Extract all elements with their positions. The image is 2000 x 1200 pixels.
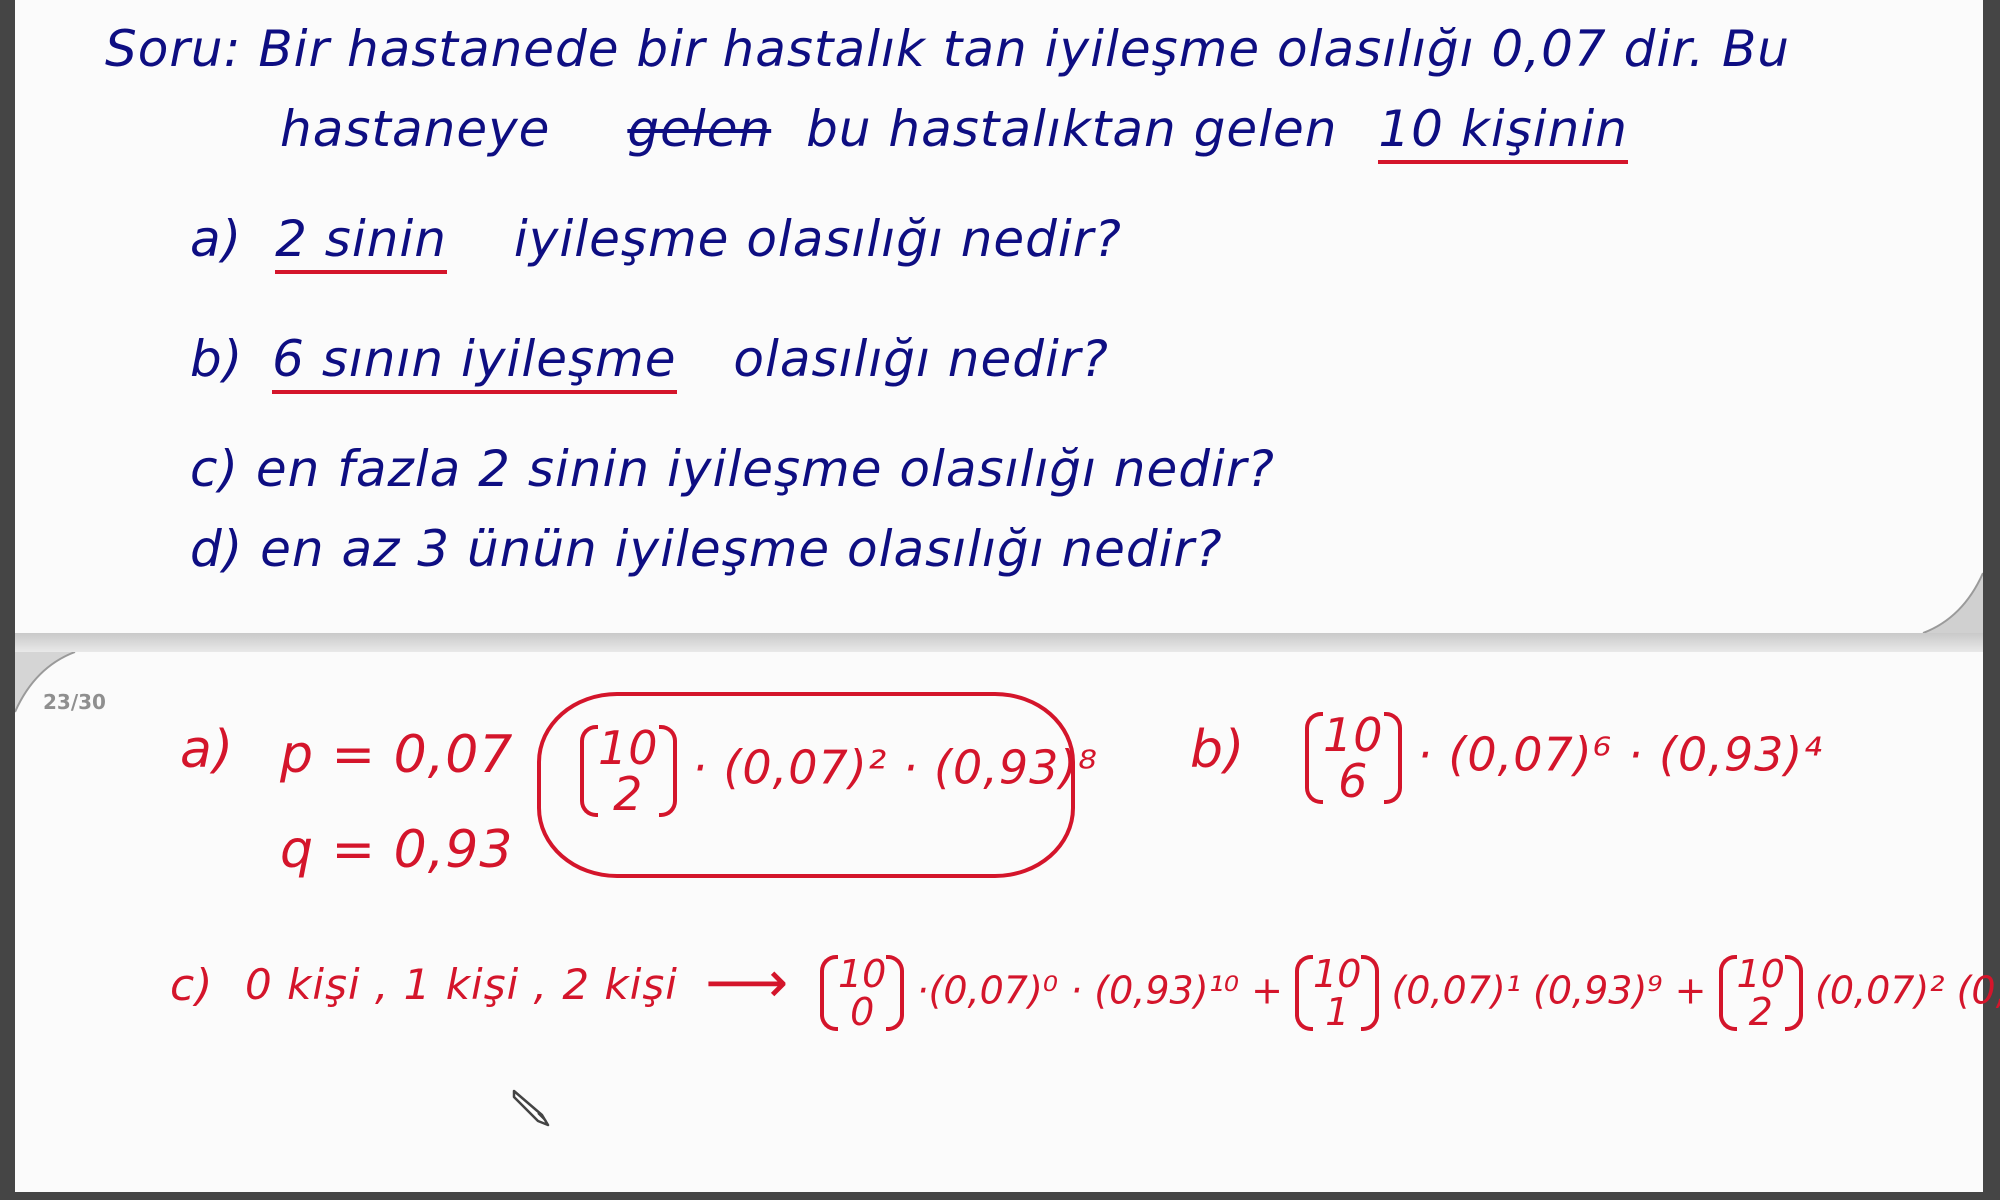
sum-term-3: (0,07)² (0,93)⁸ (1815, 968, 2000, 1013)
binom-k: 1 (1325, 990, 1350, 1034)
binom-n: 10 (598, 721, 659, 775)
part-a-underlined: 2 sinin (275, 210, 447, 274)
underlined-count: 10 kişinin (1378, 100, 1628, 164)
answer-a-formula: 10 2 · (0,07)² · (0,93)⁸ (580, 725, 1098, 817)
question-part-b: b) 6 sının iyileşme olasılığı nedir? (190, 330, 1109, 394)
part-a-label: a) (190, 210, 243, 268)
answer-a-label: a) (180, 720, 235, 780)
question-part-a: a) 2 sinin iyileşme olasılığı nedir? (190, 210, 1122, 274)
page-divider (15, 633, 1983, 652)
binom-k: 2 (1748, 990, 1773, 1034)
pencil-cursor-icon (512, 1089, 550, 1127)
binomial-coefficient: 10 2 (580, 725, 677, 817)
answer-b-expression: · (0,07)⁶ · (0,93)⁴ (1417, 727, 1823, 782)
binomial-coefficient: 10 6 (1305, 712, 1402, 804)
sum-term-1: ·(0,07)⁰ · (0,93)¹⁰ + (916, 968, 1283, 1013)
part-a-text: iyileşme olasılığı nedir? (513, 210, 1122, 268)
binom-k: 6 (1338, 754, 1369, 808)
question-line-1: Soru: Bir hastanede bir hastalık tan iyi… (105, 20, 1790, 78)
question-part-d: d) en az 3 ünün iyileşme olasılığı nedir… (190, 520, 1223, 578)
page-counter: 23/30 (43, 690, 106, 714)
binomial-coefficient: 10 1 (1295, 952, 1380, 1034)
question-line-2: hastaneye gelen bu hastalıktan gelen 10 … (280, 100, 1628, 164)
sum-term-2: (0,07)¹ (0,93)⁹ + (1391, 968, 1707, 1013)
question-line-2-middle: bu hastalıktan gelen (806, 100, 1338, 158)
answer-c-sum: 10 0 ·(0,07)⁰ · (0,93)¹⁰ + 10 1 (0,07)¹ … (820, 955, 2000, 1031)
question-line-2-start: hastaneye (280, 100, 551, 158)
arrow-icon: ⟶ (705, 948, 790, 1016)
answer-c-cases: 0 kişi , 1 kişi , 2 kişi (245, 960, 678, 1009)
answer-b-formula: 10 6 · (0,07)⁶ · (0,93)⁴ (1305, 712, 1823, 804)
p-value: p = 0,07 (280, 725, 514, 785)
answer-b-label: b) (1190, 720, 1246, 780)
q-value: q = 0,93 (280, 820, 514, 880)
answer-c-label: c) (170, 960, 214, 1011)
binomial-coefficient: 10 0 (820, 952, 905, 1034)
binom-k: 2 (613, 767, 644, 821)
part-b-text: olasılığı nedir? (733, 330, 1109, 388)
binom-n: 10 (838, 952, 887, 996)
question-part-c: c) en fazla 2 sinin iyileşme olasılığı n… (190, 440, 1275, 498)
binom-n: 10 (1736, 952, 1785, 996)
struck-word: gelen (627, 100, 772, 158)
part-b-label: b) (190, 330, 244, 388)
answer-a-expression: · (0,07)² · (0,93)⁸ (692, 740, 1098, 795)
binom-k: 0 (850, 990, 875, 1034)
page-curl-icon (1922, 572, 1983, 633)
part-b-underlined: 6 sının iyileşme (272, 330, 677, 394)
binomial-coefficient: 10 2 (1718, 952, 1804, 1034)
binom-n: 10 (1313, 952, 1362, 996)
binom-n: 10 (1323, 708, 1384, 762)
